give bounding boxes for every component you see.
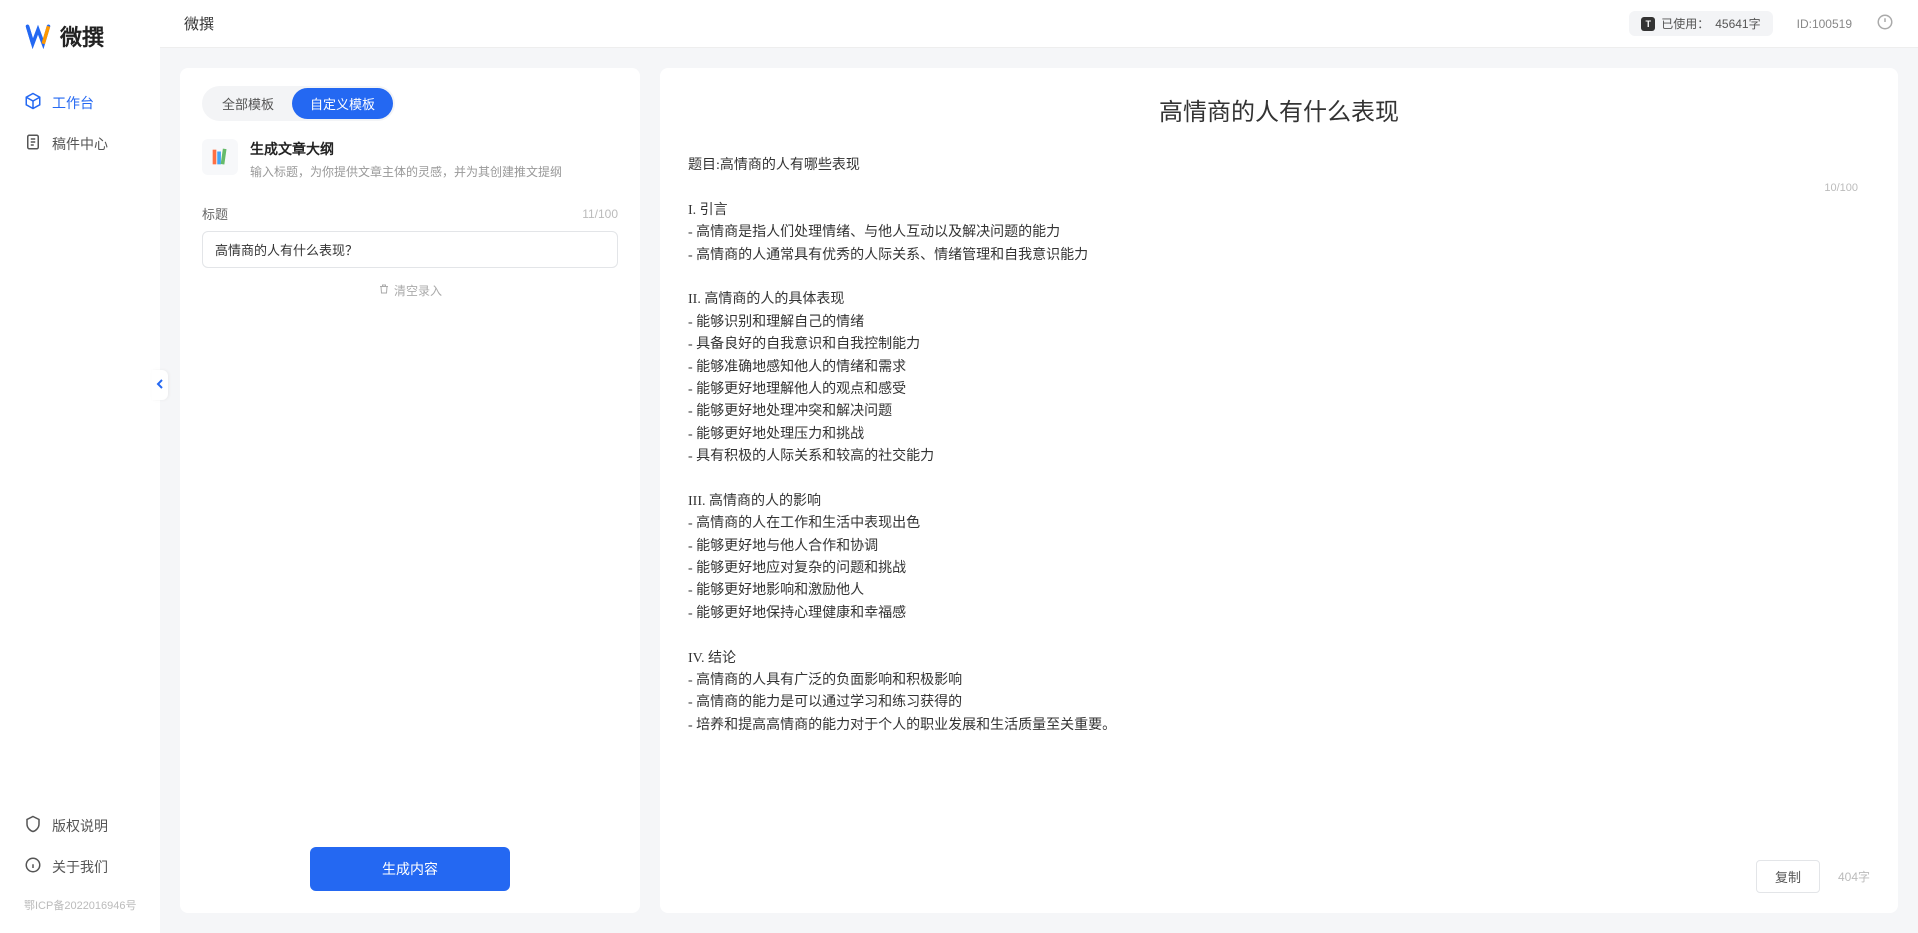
- nav-label: 关于我们: [52, 857, 108, 877]
- info-icon: [24, 856, 42, 877]
- nav-label: 版权说明: [52, 816, 108, 836]
- char-count: 11/100: [582, 207, 618, 221]
- power-icon[interactable]: [1876, 13, 1894, 34]
- template-desc: 输入标题，为你提供文章主体的灵感，并为其创建推文提纲: [250, 163, 562, 180]
- usage-label: 已使用：: [1661, 15, 1709, 32]
- template-card: 生成文章大纲 输入标题，为你提供文章主体的灵感，并为其创建推文提纲: [202, 139, 618, 180]
- chevron-left-icon: [155, 377, 165, 393]
- template-title: 生成文章大纲: [250, 139, 562, 159]
- doc-icon: [24, 133, 42, 154]
- input-panel: 全部模板 自定义模板 生成文章大纲 输入标题，为你提供文章主体的灵感，并为其创建…: [180, 68, 640, 913]
- output-body[interactable]: 题目:高情商的人有哪些表现 I. 引言 - 高情商是指人们处理情绪、与他人互动以…: [688, 155, 1870, 737]
- clear-input-button[interactable]: 清空录入: [202, 282, 618, 299]
- copy-button[interactable]: 复制: [1756, 860, 1820, 893]
- nav-label: 工作台: [52, 93, 94, 113]
- field-label-row: 标题 11/100: [202, 204, 618, 223]
- title-char-count: 10/100: [1824, 182, 1858, 194]
- nav-item-copyright[interactable]: 版权说明: [0, 805, 160, 846]
- template-tabs: 全部模板 自定义模板: [202, 86, 395, 121]
- cube-icon: [24, 92, 42, 113]
- tab-all-templates[interactable]: 全部模板: [204, 88, 292, 119]
- nav-item-workbench[interactable]: 工作台: [0, 82, 160, 123]
- clear-label: 清空录入: [394, 282, 442, 299]
- generate-button[interactable]: 生成内容: [310, 847, 510, 891]
- usage-badge[interactable]: T 已使用： 45641字: [1629, 11, 1772, 36]
- title-input[interactable]: [202, 231, 618, 268]
- text-icon: T: [1641, 17, 1655, 31]
- output-footer: 复制 404字: [1756, 860, 1870, 893]
- logo-icon: [24, 21, 52, 52]
- nav-bottom: 版权说明 关于我们: [0, 805, 160, 897]
- sidebar: 微撰 工作台 稿件中心 版权说明 关于我们 鄂ICP备2022016946号: [0, 0, 160, 933]
- nav-main: 工作台 稿件中心: [0, 82, 160, 805]
- logo-text: 微撰: [60, 20, 104, 52]
- page-title: 微撰: [184, 13, 214, 34]
- nav-item-drafts[interactable]: 稿件中心: [0, 123, 160, 164]
- topbar: 微撰 T 已使用： 45641字 ID:100519: [160, 0, 1918, 48]
- output-title[interactable]: 高情商的人有什么表现: [688, 92, 1870, 127]
- user-id: ID:100519: [1797, 17, 1852, 31]
- nav-item-about[interactable]: 关于我们: [0, 846, 160, 887]
- books-icon: [202, 139, 238, 175]
- usage-value: 45641字: [1715, 15, 1760, 32]
- tab-custom-templates[interactable]: 自定义模板: [292, 88, 393, 119]
- output-panel: 高情商的人有什么表现 10/100 题目:高情商的人有哪些表现 I. 引言 - …: [660, 68, 1898, 913]
- logo: 微撰: [0, 20, 160, 82]
- shield-icon: [24, 815, 42, 836]
- word-count: 404字: [1838, 868, 1870, 885]
- content: 全部模板 自定义模板 生成文章大纲 输入标题，为你提供文章主体的灵感，并为其创建…: [160, 48, 1918, 933]
- nav-label: 稿件中心: [52, 134, 108, 154]
- topbar-right: T 已使用： 45641字 ID:100519: [1629, 11, 1894, 36]
- trash-icon: [378, 283, 390, 298]
- main: 微撰 T 已使用： 45641字 ID:100519 全部模板 自定义模板: [160, 0, 1918, 933]
- sidebar-collapse-toggle[interactable]: [152, 370, 168, 400]
- icp-text: 鄂ICP备2022016946号: [0, 897, 160, 913]
- field-label: 标题: [202, 204, 228, 223]
